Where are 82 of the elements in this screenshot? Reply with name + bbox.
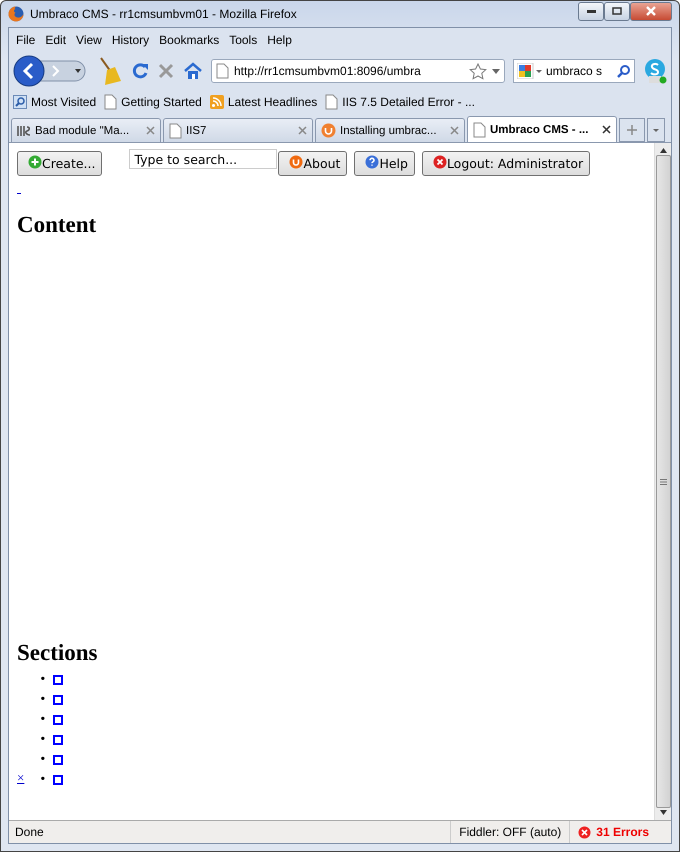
broken-image-icon[interactable] <box>53 695 64 705</box>
umbraco-icon <box>289 154 304 168</box>
content-heading: Content <box>17 212 98 238</box>
bookmark-label: IIS 7.5 Detailed Error - ... <box>342 95 475 109</box>
toolbar-button[interactable]: Help <box>354 151 415 176</box>
skype-icon[interactable] <box>643 58 667 84</box>
error-icon <box>578 826 592 838</box>
grip-icon <box>660 478 666 484</box>
menu-item[interactable]: History <box>106 33 154 47</box>
bookmark-item[interactable]: Latest Headlines <box>210 95 318 109</box>
tab-title: Installing umbrac... <box>340 124 438 136</box>
bookmark-label: Most Visited <box>31 95 96 109</box>
search-field[interactable]: umbraco s <box>513 59 635 83</box>
fiddler-status[interactable]: Fiddler: OFF (auto) <box>450 821 570 843</box>
menu-item[interactable]: Help <box>262 33 297 47</box>
tab-title: Bad module "Ma... <box>35 124 130 136</box>
browser-tab[interactable]: Umbraco CMS - ... <box>467 116 617 142</box>
close-icon <box>432 154 447 168</box>
broken-image-icon[interactable] <box>53 735 64 745</box>
sections-heading: Sections <box>17 640 98 666</box>
close-button[interactable] <box>630 2 672 20</box>
bullet: • <box>40 692 46 708</box>
toolbar-button[interactable]: Create... <box>17 151 102 176</box>
bullet: • <box>40 712 46 728</box>
close-icon[interactable] <box>602 125 611 134</box>
bookmark-label: Getting Started <box>121 95 202 109</box>
bullet: • <box>40 732 46 748</box>
minimize-button[interactable] <box>578 2 604 20</box>
broken-image-icon[interactable] <box>53 715 64 725</box>
close-icon <box>646 6 656 16</box>
page-icon <box>325 94 338 110</box>
browser-tab[interactable]: Installing umbrac... <box>315 118 465 142</box>
toolbar-button[interactable]: About <box>278 151 348 176</box>
page-icon <box>473 122 486 138</box>
bookmark-label: Latest Headlines <box>228 95 318 109</box>
menu-item[interactable]: Tools <box>224 33 262 47</box>
window-title: Umbraco CMS - rr1cmsumbvm01 - Mozilla Firefox <box>30 7 298 21</box>
tab-title: Umbraco CMS - ... <box>490 124 590 136</box>
search-field[interactable]: Type to search... <box>129 149 278 169</box>
firefox-logo-icon <box>8 6 24 22</box>
menu-item[interactable]: Edit <box>40 33 72 47</box>
broken-image-icon[interactable] <box>53 675 64 685</box>
bullet: • <box>40 752 46 768</box>
error-status[interactable]: 31 Errors <box>569 821 657 843</box>
bullet: • <box>40 672 46 688</box>
scroll-down-icon[interactable] <box>660 810 666 815</box>
menu-item[interactable]: Bookmarks <box>154 33 224 47</box>
umbraco-icon <box>321 123 336 138</box>
menu-item[interactable]: View <box>71 33 107 47</box>
maximize-button[interactable] <box>604 2 630 20</box>
home-icon[interactable] <box>183 62 203 80</box>
page-icon <box>104 94 118 110</box>
broken-image-icon[interactable] <box>53 775 64 785</box>
help-icon <box>365 154 380 168</box>
back-forward-icon[interactable] <box>13 55 87 87</box>
tab-title: IIS7 <box>186 124 208 136</box>
dropdown-icon[interactable] <box>492 68 500 74</box>
maximize-icon <box>612 7 622 15</box>
broken-image-icon[interactable] <box>53 755 64 765</box>
scroll-up-icon[interactable] <box>660 148 666 153</box>
menu-item[interactable]: File <box>11 33 40 47</box>
star-icon[interactable] <box>469 62 487 80</box>
close-link[interactable]: × <box>17 770 24 786</box>
plus-icon <box>28 154 42 168</box>
page-icon <box>216 63 229 79</box>
google-icon <box>517 63 543 79</box>
bookmark-item[interactable]: IIS 7.5 Detailed Error - ... <box>325 94 475 110</box>
browser-tab[interactable]: IIS7 <box>163 118 313 142</box>
bullet: • <box>40 772 46 788</box>
status-text: Done <box>14 825 45 839</box>
new-tab-icon[interactable] <box>619 118 645 142</box>
search-icon <box>13 95 27 109</box>
browser-tab[interactable]: Bad module "Ma... <box>11 118 161 142</box>
address-bar[interactable]: http://rr1cmsumbvm01:8096/umbra <box>211 59 505 83</box>
page-icon <box>169 122 182 138</box>
minimize-icon <box>586 10 596 12</box>
search-icon[interactable] <box>617 64 631 78</box>
feed-icon <box>210 95 224 109</box>
toolbar-button[interactable]: Logout: Administrator <box>422 151 590 176</box>
bookmark-item[interactable]: Getting Started <box>104 94 202 110</box>
bookmark-item[interactable]: Most Visited <box>13 95 96 109</box>
reload-icon[interactable] <box>131 62 149 80</box>
